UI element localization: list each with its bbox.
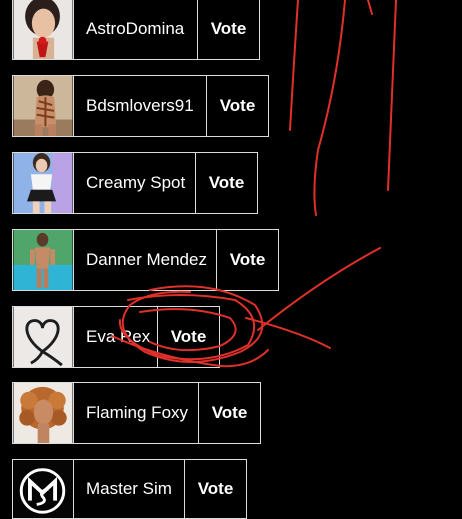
list-item: Creamy Spot Vote	[12, 152, 258, 214]
list-item: Eva Rex Vote	[12, 306, 220, 368]
avatar[interactable]	[13, 383, 74, 443]
curly-hair-woman-avatar	[13, 383, 73, 443]
schoolgirl-outfit-avatar	[13, 153, 73, 213]
man-by-pool-avatar	[13, 230, 73, 290]
model-name: Master Sim	[86, 479, 172, 498]
vote-button[interactable]: Vote	[216, 230, 278, 290]
model-name: Flaming Foxy	[86, 403, 189, 422]
avatar[interactable]	[13, 460, 74, 518]
avatar[interactable]	[13, 230, 74, 290]
model-name: AstroDomina	[86, 19, 185, 38]
avatar[interactable]	[13, 0, 74, 59]
model-name: Bdsmlovers91	[86, 96, 194, 115]
rope-bondage-avatar	[13, 76, 73, 136]
list-item: AstroDomina Vote	[12, 0, 260, 60]
ms-monogram-logo-avatar	[13, 460, 73, 518]
vote-button[interactable]: Vote	[157, 307, 219, 367]
portrait-red-object-avatar	[13, 0, 73, 59]
model-name: Danner Mendez	[86, 250, 207, 269]
list-item: Flaming Foxy Vote	[12, 382, 261, 444]
model-name: Creamy Spot	[86, 173, 186, 192]
vote-button[interactable]: Vote	[198, 383, 260, 443]
vote-button[interactable]: Vote	[195, 153, 257, 213]
list-item: Master Sim Vote	[12, 459, 247, 519]
avatar[interactable]	[13, 153, 74, 213]
model-name: Eva Rex	[86, 327, 151, 346]
vote-button[interactable]: Vote	[184, 460, 246, 518]
list-item: Bdsmlovers91 Vote	[12, 75, 269, 137]
avatar[interactable]	[13, 307, 74, 367]
vote-button[interactable]: Vote	[206, 76, 268, 136]
avatar[interactable]	[13, 76, 74, 136]
heart-rope-avatar	[13, 307, 73, 367]
vote-button[interactable]: Vote	[197, 0, 259, 59]
list-item: Danner Mendez Vote	[12, 229, 279, 291]
